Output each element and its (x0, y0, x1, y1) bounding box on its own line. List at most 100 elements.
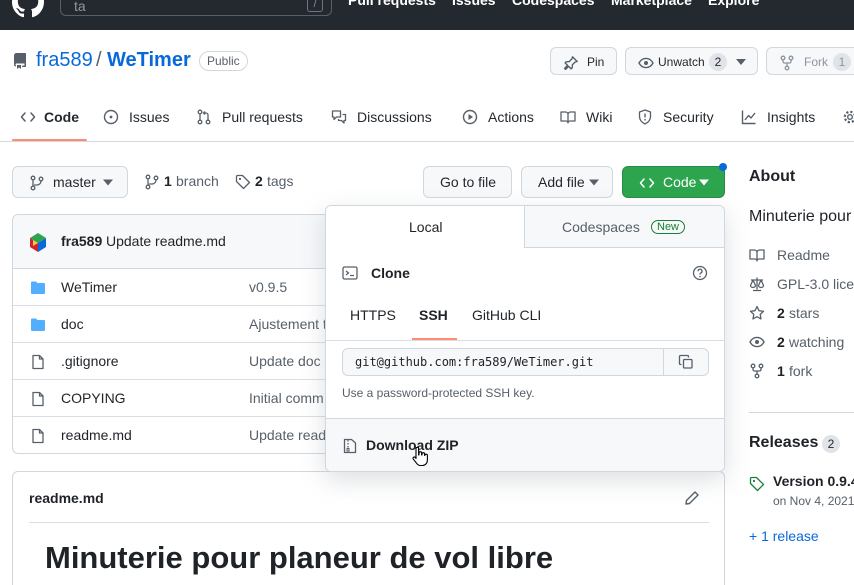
pencil-icon[interactable] (684, 490, 700, 506)
tab-actions-label: Actions (488, 109, 534, 125)
releases-count: 2 (822, 435, 840, 453)
chevron-down-icon (103, 179, 113, 186)
search-shortcut-key: / (307, 0, 323, 12)
question-icon[interactable] (692, 265, 708, 281)
repo-icon (13, 53, 26, 69)
fork-button[interactable]: Fork 1 (766, 47, 854, 75)
code-icon (639, 178, 655, 188)
eye-icon (638, 57, 654, 69)
unwatch-label: Unwatch (658, 55, 705, 69)
tab-https[interactable]: HTTPS (350, 307, 396, 323)
readme-filename[interactable]: readme.md (29, 490, 104, 506)
branch-name: master (53, 174, 96, 190)
go-to-file-label: Go to file (440, 174, 497, 190)
go-to-file-button[interactable]: Go to file (423, 166, 512, 198)
tag-count-word: tags (267, 173, 294, 189)
book-icon (749, 249, 765, 262)
file-zip-icon (343, 438, 357, 454)
gear-icon[interactable] (842, 109, 854, 125)
tab-wiki-label: Wiki (586, 109, 613, 125)
add-file-button[interactable]: Add file (521, 166, 613, 198)
issue-opened-icon (103, 109, 119, 125)
star-icon (749, 305, 765, 320)
search-input[interactable]: ta / (60, 0, 332, 16)
about-description: Minuterie pour (749, 208, 852, 225)
nav-marketplace[interactable]: Marketplace (611, 0, 692, 8)
terminal-icon (342, 266, 358, 280)
law-icon (749, 277, 765, 292)
search-value: ta (74, 0, 86, 14)
file-commit-message[interactable]: v0.9.5 (249, 279, 287, 295)
tab-github-cli[interactable]: GitHub CLI (472, 307, 541, 323)
latest-release-name[interactable]: Version 0.9.4 (773, 473, 854, 489)
tab-pull-requests-label: Pull requests (222, 109, 303, 125)
nav-explore[interactable]: Explore (708, 0, 759, 8)
git-branch-icon (30, 175, 44, 191)
fork-label: Fork (804, 55, 828, 69)
graph-icon (741, 110, 756, 125)
fork-count: 1 (777, 363, 785, 379)
chevron-down-icon (736, 59, 746, 65)
tag-icon (235, 174, 251, 190)
tab-ssh[interactable]: SSH (419, 307, 448, 323)
tab-local[interactable]: Local (326, 206, 525, 248)
copy-url-button[interactable] (663, 348, 709, 376)
license-label: GPL-3.0 licer (777, 276, 854, 292)
new-badge: New (651, 220, 686, 234)
notification-dot (719, 163, 727, 171)
add-file-label: Add file (538, 174, 585, 190)
unwatch-button[interactable]: Unwatch 2 (625, 47, 758, 75)
repo-owner-link[interactable]: fra589 (36, 49, 93, 72)
nav-codespaces[interactable]: Codespaces (512, 0, 594, 8)
tab-insights-label: Insights (767, 109, 816, 125)
file-name[interactable]: WeTimer (61, 279, 117, 295)
tab-local-label: Local (409, 219, 443, 235)
folder-icon (31, 318, 45, 331)
hand-cursor-icon (412, 447, 428, 467)
file-name[interactable]: COPYING (61, 390, 126, 406)
pin-button[interactable]: Pin (550, 47, 617, 75)
nav-pull-requests[interactable]: Pull requests (348, 0, 436, 8)
releases-title[interactable]: Releases (749, 434, 818, 452)
repo-name-link[interactable]: WeTimer (107, 49, 191, 72)
clone-url-input[interactable]: git@github.com:fra589/WeTimer.git (342, 348, 664, 376)
tab-code-label: Code (44, 109, 79, 125)
github-logo-icon[interactable] (12, 0, 44, 18)
ssh-hint: Use a password-protected SSH key. (342, 386, 535, 400)
play-icon (462, 109, 478, 125)
avatar[interactable] (27, 231, 49, 253)
more-releases-link[interactable]: + 1 release (749, 528, 819, 544)
download-zip-item[interactable]: Download ZIP (326, 418, 724, 471)
git-pull-request-icon (197, 109, 211, 125)
fork-icon (780, 55, 794, 71)
file-name[interactable]: readme.md (61, 427, 132, 443)
readme-panel: readme.md Minuterie pour planeur de vol … (12, 471, 725, 585)
tabs-divider (0, 141, 854, 142)
repo-path-separator: / (96, 49, 102, 71)
watch-count: 2 (709, 53, 727, 71)
clone-title: Clone (371, 265, 410, 281)
file-commit-message[interactable]: Update read (249, 427, 326, 443)
code-dropdown-button[interactable]: Code (622, 166, 725, 198)
git-branch-icon (145, 174, 159, 190)
file-icon (32, 428, 44, 444)
branch-select-button[interactable]: master (12, 166, 128, 198)
tag-icon (749, 476, 765, 492)
file-commit-message[interactable]: Initial comm (249, 390, 324, 406)
file-commit-message[interactable]: Ajustement t (249, 316, 327, 332)
commit-author[interactable]: fra589 (61, 233, 102, 249)
latest-release-date: on Nov 4, 2021 (773, 494, 854, 508)
file-commit-message[interactable]: Update doc (249, 353, 321, 369)
file-name[interactable]: doc (61, 316, 84, 332)
commit-message[interactable]: Update readme.md (106, 233, 226, 249)
nav-issues[interactable]: Issues (452, 0, 496, 8)
fork-count: 1 (833, 53, 851, 71)
file-icon (32, 354, 44, 370)
fork-icon (750, 363, 764, 379)
pin-label: Pin (587, 55, 605, 69)
file-name[interactable]: .gitignore (61, 353, 119, 369)
tab-codespaces-label: Codespaces (562, 219, 640, 235)
file-icon (32, 391, 44, 407)
tab-codespaces[interactable]: Codespaces New (525, 206, 724, 248)
fork-word: fork (789, 363, 813, 379)
